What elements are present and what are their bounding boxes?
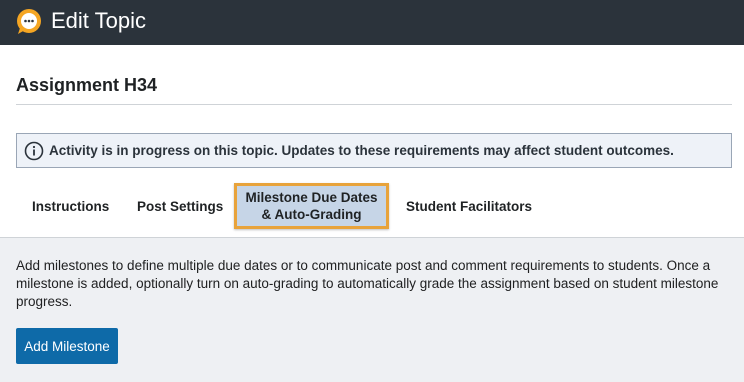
progress-alert: Activity is in progress on this topic. U…	[16, 133, 732, 168]
topic-title: Assignment H34	[16, 75, 158, 95]
tab-milestone-label-line2: & Auto-Grading	[261, 207, 362, 222]
title-divider	[16, 104, 732, 105]
milestone-panel: Add milestones to define multiple due da…	[0, 237, 744, 382]
header-bar: Edit Topic	[0, 0, 744, 45]
tab-instructions[interactable]: Instructions	[32, 198, 109, 215]
tab-post-settings[interactable]: Post Settings	[137, 198, 223, 215]
milestone-description: Add milestones to define multiple due da…	[16, 258, 719, 309]
topic-tabs: Instructions Post Settings Milestone Due…	[0, 183, 744, 237]
info-circle-icon	[24, 141, 44, 161]
page-title: Edit Topic	[51, 8, 146, 33]
tab-milestone-due-dates[interactable]: Milestone Due Dates & Auto-Grading	[234, 183, 389, 229]
alert-message: Activity is in progress on this topic. U…	[49, 143, 674, 158]
chat-bubble-icon	[15, 8, 43, 36]
tab-milestone-label-line1: Milestone Due Dates	[245, 190, 378, 205]
add-milestone-button[interactable]: Add Milestone	[16, 328, 118, 364]
tab-student-facilitators[interactable]: Student Facilitators	[406, 198, 532, 215]
